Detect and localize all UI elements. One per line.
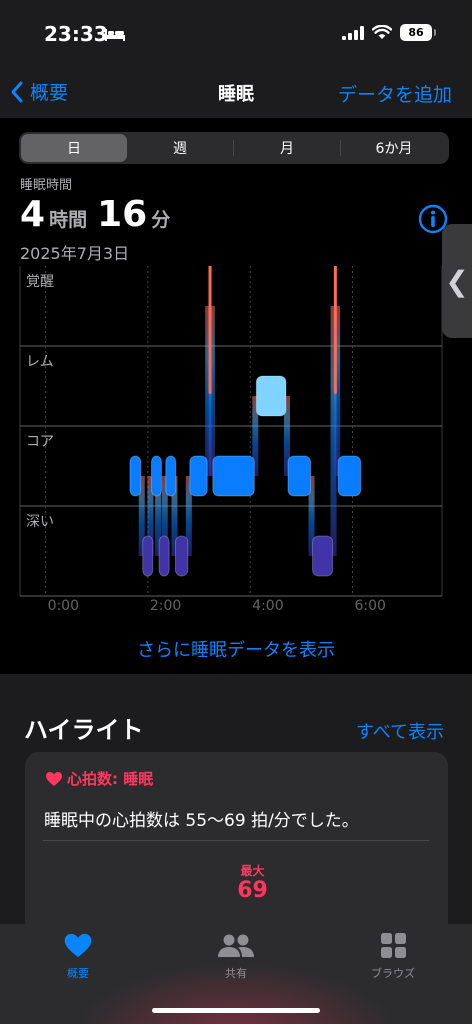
duration-hours-unit: 時間 bbox=[49, 209, 88, 231]
awake-segment bbox=[208, 266, 212, 394]
tab-sharing[interactable]: 共有 bbox=[186, 932, 286, 981]
card-description: 睡眠中の心拍数は 55〜69 拍/分でした。 bbox=[44, 811, 359, 831]
heart-icon bbox=[64, 933, 92, 958]
time-tick-label: 4:00 bbox=[252, 598, 283, 612]
sleep-time-label: 睡眠時間 bbox=[20, 178, 73, 193]
wifi-icon bbox=[372, 25, 392, 39]
status-indicators: 86 bbox=[342, 24, 436, 41]
nav-bar: 概要 睡眠 データを追加 bbox=[0, 70, 472, 118]
deep-segment bbox=[158, 535, 170, 577]
add-data-button[interactable]: データを追加 bbox=[338, 80, 452, 107]
stage-label: 深い bbox=[26, 514, 54, 530]
time-tick-label: 0:00 bbox=[48, 598, 79, 612]
status-bar: 23:33 86 bbox=[0, 0, 472, 70]
deep-segment bbox=[142, 535, 154, 577]
show-all-link[interactable]: すべて表示 bbox=[356, 718, 444, 744]
core-segment bbox=[212, 455, 255, 497]
tab-browse[interactable]: ブラウズ bbox=[343, 932, 443, 981]
heart-icon bbox=[46, 771, 62, 786]
sleep-main: 日 週 月 6か月 睡眠時間 4 時間 16 分 2025年7月3日 0:00 2… bbox=[0, 118, 472, 674]
core-segment bbox=[165, 455, 177, 497]
card-category-label: 心拍数: 睡眠 bbox=[67, 770, 154, 788]
duration-minutes: 16 bbox=[97, 194, 148, 235]
card-divider bbox=[43, 840, 429, 841]
rem-segment bbox=[255, 375, 287, 417]
period-segmented-control: 日 週 月 6か月 bbox=[19, 132, 449, 164]
deep-segment bbox=[174, 535, 189, 577]
people-icon bbox=[218, 934, 254, 957]
awake-segment bbox=[333, 266, 337, 394]
segment-6-months[interactable]: 6か月 bbox=[341, 134, 447, 162]
deep-segment bbox=[312, 535, 334, 577]
tab-summary-label: 概要 bbox=[67, 967, 89, 980]
segment-month[interactable]: 月 bbox=[234, 134, 340, 162]
sleep-date: 2025年7月3日 bbox=[20, 244, 130, 263]
core-segment bbox=[337, 455, 362, 497]
grid-icon bbox=[380, 933, 406, 958]
card-category: 心拍数: 睡眠 bbox=[45, 768, 153, 789]
time-tick-label: 6:00 bbox=[354, 598, 385, 612]
max-label: 最大 bbox=[240, 864, 265, 878]
battery-icon: 86 bbox=[400, 24, 436, 41]
tab-summary[interactable]: 概要 bbox=[28, 932, 128, 981]
chevron-left-icon: ❮ bbox=[445, 264, 469, 298]
cellular-signal-icon bbox=[342, 25, 364, 40]
tab-sharing-label: 共有 bbox=[225, 967, 247, 980]
stage-label: レム bbox=[26, 354, 54, 370]
status-time: 23:33 bbox=[44, 22, 108, 46]
segment-day[interactable]: 日 bbox=[21, 134, 127, 162]
duration-minutes-unit: 分 bbox=[151, 209, 171, 231]
side-panel-handle[interactable]: ❮ bbox=[442, 224, 472, 338]
core-segment bbox=[189, 455, 208, 497]
sleep-stage-chart[interactable]: 0:00 2:00 4:00 6:00 覚醒レムコア深い bbox=[0, 266, 472, 612]
home-indicator bbox=[152, 1008, 320, 1013]
stage-label: コア bbox=[26, 434, 54, 450]
duration-hours: 4 bbox=[20, 194, 46, 235]
core-segment bbox=[150, 455, 162, 497]
stage-label: 覚醒 bbox=[26, 274, 54, 290]
show-more-sleep-data-link[interactable]: さらに睡眠データを表示 bbox=[0, 636, 472, 662]
segment-week[interactable]: 週 bbox=[127, 134, 233, 162]
core-segment bbox=[129, 455, 142, 497]
time-tick-label: 2:00 bbox=[150, 598, 181, 612]
highlights-title: ハイライト bbox=[24, 716, 144, 744]
bed-icon bbox=[105, 29, 125, 41]
max-value: 69 bbox=[237, 878, 268, 903]
core-segment bbox=[287, 455, 312, 497]
sleep-duration: 4 時間 16 分 bbox=[20, 194, 180, 235]
tab-browse-label: ブラウズ bbox=[371, 967, 415, 980]
